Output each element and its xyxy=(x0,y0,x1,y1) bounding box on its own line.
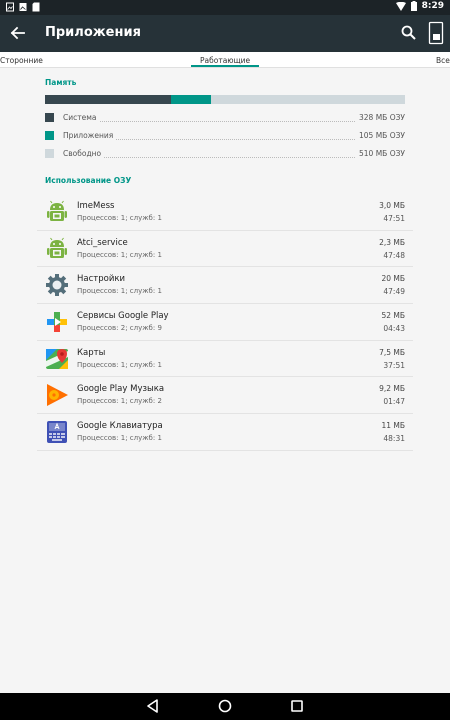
app-process-info: Процессов: 2; служб: 9 xyxy=(77,324,162,333)
android-robot-icon xyxy=(47,237,67,258)
leader-dots xyxy=(63,121,355,122)
app-memory-size: 3,0 МБ xyxy=(379,201,405,210)
tab-all[interactable]: Все xyxy=(436,56,450,65)
app-name: ImeMess xyxy=(77,201,115,211)
app-runtime: 47:49 xyxy=(383,287,405,297)
app-row-google-play-services[interactable]: Сервисы Google Play Процессов: 2; служб:… xyxy=(37,304,413,341)
legend-label: Система xyxy=(63,113,100,122)
app-row-settings[interactable]: Настройки Процессов: 1; служб: 1 20 МБ 4… xyxy=(37,267,413,305)
app-name: Сервисы Google Play xyxy=(77,311,169,322)
settings-gear-icon xyxy=(46,274,68,297)
wifi-icon xyxy=(395,1,406,11)
active-tab-indicator xyxy=(191,65,259,67)
cached-processes-icon[interactable] xyxy=(428,21,444,45)
app-memory-size: 20 МБ xyxy=(381,274,405,284)
app-bar: Приложения xyxy=(0,15,450,52)
app-runtime: 01:47 xyxy=(383,397,405,407)
google-play-music-icon xyxy=(47,384,68,407)
app-runtime: 04:43 xyxy=(383,324,405,334)
app-process-info: Процессов: 1; служб: 1 xyxy=(77,360,162,369)
memory-legend-free: Свободно 510 МБ ОЗУ xyxy=(45,148,405,162)
app-row-atci-service[interactable]: Atci_service Процессов: 1; служб: 1 2,3 … xyxy=(37,231,413,268)
memory-legend-system: Система 328 МБ ОЗУ xyxy=(45,112,405,126)
nav-recents-icon[interactable] xyxy=(289,698,305,714)
app-name: Настройки xyxy=(77,274,126,285)
memory-bar-free xyxy=(210,95,405,104)
app-row-google-play-music[interactable]: Google Play Музыка Процессов: 1; служб: … xyxy=(37,377,413,415)
google-maps-icon xyxy=(46,348,68,369)
app-runtime: 47:48 xyxy=(383,250,405,260)
app-name: Google Play Музыка xyxy=(77,384,165,395)
app-name: Google Клавиатура xyxy=(77,421,163,432)
app-memory-size: 52 МБ xyxy=(381,311,405,321)
legend-label: Свободно xyxy=(63,149,105,158)
app-row-imemess[interactable]: ImeMess Процессов: 1; служб: 1 3,0 МБ 47… xyxy=(37,194,413,231)
back-arrow-icon[interactable] xyxy=(8,23,28,43)
google-keyboard-icon xyxy=(47,421,67,444)
memory-section-title: Память xyxy=(45,78,77,87)
app-memory-size: 11 МБ xyxy=(381,421,405,431)
tab-third-party[interactable]: Сторонние xyxy=(0,56,43,65)
nav-back-icon[interactable] xyxy=(145,698,161,714)
legend-value: 510 МБ ОЗУ xyxy=(356,149,405,158)
leader-dots xyxy=(63,157,355,158)
app-memory-size: 7,5 МБ xyxy=(379,347,405,357)
status-bar: 8:29 xyxy=(0,0,450,15)
nav-home-icon[interactable] xyxy=(217,698,233,714)
search-icon[interactable] xyxy=(400,24,418,42)
android-robot-icon xyxy=(47,200,67,221)
legend-swatch-system xyxy=(45,113,54,122)
google-play-services-icon xyxy=(47,312,67,333)
tab-bar: Сторонние Работающие Все xyxy=(0,52,450,68)
app-memory-size: 9,2 МБ xyxy=(379,384,405,394)
app-memory-size: 2,3 МБ xyxy=(379,237,405,247)
legend-value: 328 МБ ОЗУ xyxy=(356,113,405,122)
memory-bar-apps xyxy=(170,95,211,104)
app-runtime: 37:51 xyxy=(383,360,405,370)
status-time: 8:29 xyxy=(421,1,444,11)
navigation-bar xyxy=(0,693,450,720)
legend-swatch-apps xyxy=(45,131,54,140)
memory-bar-system xyxy=(45,95,171,104)
app-process-info: Процессов: 1; служб: 1 xyxy=(77,287,162,296)
app-runtime: 47:51 xyxy=(383,214,405,223)
app-name: Atci_service xyxy=(77,237,128,248)
legend-value: 105 МБ ОЗУ xyxy=(356,131,405,140)
legend-swatch-free xyxy=(45,149,54,158)
app-row-google-keyboard[interactable]: Google Клавиатура Процессов: 1; служб: 1… xyxy=(37,414,413,451)
notification-sd-card-icon xyxy=(32,2,40,12)
legend-label: Приложения xyxy=(63,131,117,140)
tab-running[interactable]: Работающие xyxy=(200,56,250,65)
battery-icon xyxy=(410,1,417,11)
app-process-info: Процессов: 1; служб: 1 xyxy=(77,214,162,222)
app-runtime: 48:31 xyxy=(383,434,405,444)
app-process-info: Процессов: 1; служб: 1 xyxy=(77,250,162,259)
running-apps-list: ImeMess Процессов: 1; служб: 1 3,0 МБ 47… xyxy=(37,194,413,451)
app-name: Карты xyxy=(77,347,106,358)
memory-usage-bar xyxy=(45,95,405,104)
notification-image-icon xyxy=(6,2,14,12)
notification-gallery-icon xyxy=(19,3,27,11)
memory-legend-apps: Приложения 105 МБ ОЗУ xyxy=(45,130,405,144)
app-process-info: Процессов: 1; служб: 1 xyxy=(77,434,162,443)
app-process-info: Процессов: 1; служб: 2 xyxy=(77,397,162,406)
ram-usage-section-title: Использование ОЗУ xyxy=(45,176,132,185)
app-row-maps[interactable]: Карты Процессов: 1; служб: 1 7,5 МБ 37:5… xyxy=(37,341,413,378)
page-title: Приложения xyxy=(45,25,141,40)
